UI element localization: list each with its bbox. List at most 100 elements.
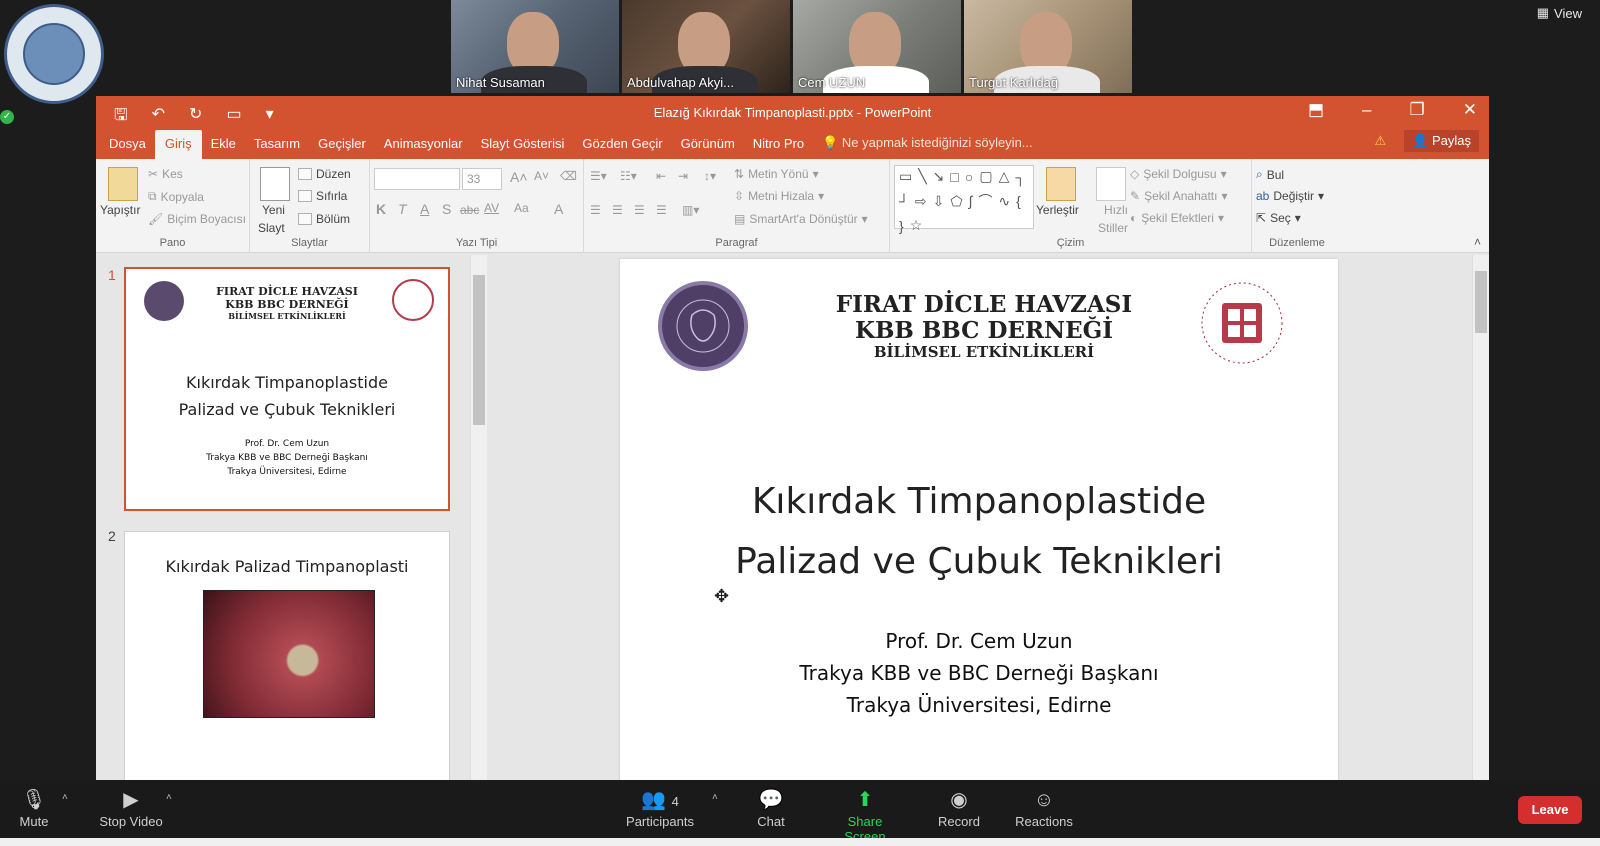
italic-button[interactable]: T — [398, 201, 407, 217]
participant-name: Nihat Susaman — [456, 75, 545, 90]
view-button[interactable]: ▦ View — [1537, 5, 1582, 21]
tab-home[interactable]: Giriş — [154, 130, 202, 159]
select-button[interactable]: ⇱ Seç ▾ — [1256, 211, 1301, 225]
participants-options-chevron-icon[interactable]: ˄ — [712, 792, 718, 803]
scrollbar-thumb[interactable] — [1475, 271, 1487, 333]
bullets-icon[interactable]: ☰▾ — [590, 169, 607, 183]
collapse-ribbon-icon[interactable]: ˄ — [1474, 235, 1481, 249]
tab-design[interactable]: Tasarım — [245, 136, 309, 159]
chat-button[interactable]: 💬 Chat — [752, 786, 790, 829]
close-icon[interactable]: ✕ — [1463, 100, 1477, 120]
quick-styles-label[interactable]: Hızlı — [1104, 203, 1128, 217]
font-name-input[interactable] — [374, 168, 460, 190]
font-size-input[interactable]: 33 — [462, 168, 502, 190]
clear-format-icon[interactable]: ⌫ — [560, 169, 577, 183]
replace-button[interactable]: ab Değiştir ▾ — [1256, 189, 1324, 203]
minimize-icon[interactable]: – — [1362, 100, 1371, 120]
layout-button[interactable]: Düzen — [298, 167, 351, 181]
slide-1[interactable]: FIRAT DİCLE HAVZASI KBB BBC DERNEĞİ BİLİ… — [620, 259, 1338, 780]
format-painter-button[interactable]: 🖌 Biçim Boyacısı — [148, 212, 246, 226]
shape-effects-button[interactable]: ◐ Şekil Efektleri ▾ — [1130, 211, 1224, 225]
smartart-button[interactable]: ▤ SmartArt'a Dönüştür ▾ — [734, 212, 868, 226]
tab-nitro[interactable]: Nitro Pro — [744, 136, 813, 159]
section-button[interactable]: Bölüm — [298, 212, 350, 226]
decrease-indent-icon[interactable]: ⇤ — [656, 169, 666, 183]
leave-button[interactable]: Leave — [1518, 796, 1582, 824]
shadow-button[interactable]: S — [442, 201, 451, 217]
participants-button[interactable]: 👥 4 Participants — [624, 786, 696, 829]
participant-tile[interactable]: Abdulvahap Akyi... — [622, 0, 790, 93]
paste-button[interactable]: Yapıştır — [100, 203, 140, 217]
tab-view[interactable]: Görünüm — [672, 136, 744, 159]
reactions-button[interactable]: ☺ Reactions — [1012, 786, 1076, 829]
new-slide-button[interactable]: Slayt — [258, 221, 285, 235]
tab-transitions[interactable]: Geçişler — [309, 136, 375, 159]
align-left-icon[interactable]: ☰ — [590, 203, 601, 217]
slide-subtitle-2[interactable]: Trakya KBB ve BBC Derneği Başkanı — [620, 661, 1338, 685]
slides-group: Yeni Slayt Düzen Sıfırla Bölüm Slaytlar — [250, 159, 370, 253]
find-button[interactable]: ⌕ Bul — [1256, 167, 1284, 182]
microphone-icon: 🎙 — [21, 789, 47, 811]
columns-icon[interactable]: ▥▾ — [682, 203, 699, 217]
slide-title-line-2[interactable]: Palizad ve Çubuk Teknikleri — [620, 541, 1338, 582]
text-direction-button[interactable]: ⇅ Metin Yönü ▾ — [734, 167, 819, 181]
share-screen-button[interactable]: ⬆ Share Screen — [826, 786, 904, 844]
slide-thumbnail-1[interactable]: FIRAT DİCLE HAVZASI KBB BBC DERNEĞİ BİLİ… — [124, 267, 450, 511]
security-shield-icon[interactable]: ✓ — [0, 110, 14, 124]
ribbon-display-icon[interactable]: ⬒ — [1308, 100, 1324, 120]
grow-font-icon[interactable]: A˄ — [510, 169, 528, 185]
slide-title-line-1[interactable]: Kıkırdak Timpanoplastide — [620, 481, 1338, 522]
line-spacing-icon[interactable]: ↕▾ — [704, 169, 716, 183]
restore-icon[interactable]: ❐ — [1410, 100, 1425, 120]
scrollbar-thumb[interactable] — [473, 275, 485, 425]
slide-subtitle-3[interactable]: Trakya Üniversitesi, Edirne — [620, 693, 1338, 717]
arrange-button[interactable]: Yerleştir — [1036, 203, 1079, 217]
connector-shape-icon: ┐ — [1015, 168, 1026, 185]
audio-options-chevron-icon[interactable]: ˄ — [62, 792, 68, 803]
video-options-chevron-icon[interactable]: ˄ — [166, 792, 172, 803]
copy-button[interactable]: ⧉ Kopyala — [148, 189, 204, 204]
group-label: Paragraf — [715, 237, 758, 249]
underline-button[interactable]: A — [420, 201, 429, 217]
participant-tile[interactable]: Nihat Susaman — [451, 0, 619, 93]
warning-icon[interactable]: ⚠ — [1375, 133, 1387, 149]
reset-button[interactable]: Sıfırla — [298, 189, 347, 203]
align-right-icon[interactable]: ☰ — [634, 203, 645, 217]
tab-slideshow[interactable]: Slayt Gösterisi — [472, 136, 574, 159]
participant-tile[interactable]: Cem UZUN — [793, 0, 961, 93]
slide-subtitle-1[interactable]: Prof. Dr. Cem Uzun — [620, 629, 1338, 653]
record-button[interactable]: ◉ Record — [936, 786, 982, 829]
change-case-button[interactable]: Aa — [514, 201, 529, 215]
shape-fill-button[interactable]: ◇ Şekil Dolgusu ▾ — [1130, 167, 1227, 181]
align-center-icon[interactable]: ☰ — [612, 203, 623, 217]
layout-icon — [298, 168, 312, 180]
numbering-icon[interactable]: ☷▾ — [620, 169, 637, 183]
tab-animations[interactable]: Animasyonlar — [375, 136, 472, 159]
brush-icon: 🖌 — [148, 212, 164, 226]
stop-video-button[interactable]: ▶ Stop Video — [98, 786, 164, 829]
bold-button[interactable]: K — [376, 201, 386, 217]
mute-button[interactable]: 🎙 Mute — [14, 786, 54, 829]
participant-tile[interactable]: Turgut Karlıdağ — [964, 0, 1132, 93]
cut-button[interactable]: ✂ Kes — [148, 167, 183, 181]
shrink-font-icon[interactable]: A˅ — [534, 169, 549, 183]
tell-me-search[interactable]: 💡 Ne yapmak istediğinizi söyleyin... — [813, 135, 1042, 159]
slide-thumbnails-pane: 1 FIRAT DİCLE HAVZASI KBB BBC DERNEĞİ Bİ… — [96, 255, 487, 780]
slide-thumbnail-2[interactable]: Kıkırdak Palizad Timpanoplasti — [124, 531, 450, 780]
share-button[interactable]: 👤 Paylaş — [1404, 130, 1479, 152]
font-color-button[interactable]: A — [554, 201, 563, 217]
justify-icon[interactable]: ☰ — [656, 203, 667, 217]
tab-review[interactable]: Gözden Geçir — [573, 136, 671, 159]
increase-indent-icon[interactable]: ⇥ — [678, 169, 688, 183]
tab-file[interactable]: Dosya — [100, 136, 155, 159]
tab-insert[interactable]: Ekle — [202, 136, 245, 159]
quick-styles-button[interactable]: Stiller — [1098, 221, 1128, 235]
thumbnails-scrollbar[interactable] — [470, 255, 487, 780]
shapes-gallery[interactable]: ▭ ╲ ↘ □ ○ ▢ △ ┐ ┘ ⇨ ⇩ ⬠ ∫ ⌒ ∿ {} ☆ — [894, 165, 1034, 234]
new-slide-label[interactable]: Yeni — [262, 203, 285, 217]
char-spacing-button[interactable]: AV — [484, 201, 499, 215]
shape-outline-button[interactable]: ✎ Şekil Anahattı ▾ — [1130, 189, 1227, 203]
editor-scrollbar[interactable] — [1472, 255, 1489, 780]
strikethrough-button[interactable]: abc — [460, 203, 479, 217]
align-text-button[interactable]: ⇳ Metni Hizala ▾ — [734, 189, 824, 203]
